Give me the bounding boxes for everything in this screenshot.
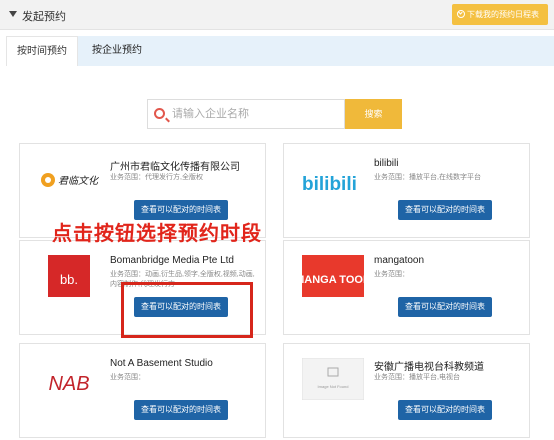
- company-card: NAB Not A Basement Studio 业务范围： 查看可以配对的时…: [19, 343, 266, 438]
- tab-by-time[interactable]: 按时间预约: [6, 36, 78, 66]
- company-search-input[interactable]: [172, 105, 342, 123]
- caret-down-icon[interactable]: [9, 11, 17, 17]
- company-scope: 业务范围：播放平台,在线数字平台: [374, 174, 481, 181]
- view-timetable-button[interactable]: 查看可以配对的时间表: [134, 400, 228, 420]
- svg-text:bb.: bb.: [60, 272, 78, 287]
- section-header[interactable]: 发起预约 下载我的预约日程表: [0, 0, 554, 30]
- company-scope: 业务范围：: [374, 271, 409, 278]
- search-icon: [154, 108, 165, 119]
- bomanbridge-logo: bb.: [48, 255, 90, 297]
- company-scope: 业务范围：代理发行方,全版权: [110, 174, 203, 181]
- download-schedule-button[interactable]: 下载我的预约日程表: [452, 4, 548, 25]
- svg-text:君临文化: 君临文化: [58, 175, 100, 187]
- highlight-frame: [121, 282, 253, 338]
- svg-text:MANGA TOON: MANGA TOON: [302, 274, 364, 286]
- company-card: Image Not Found 安徽广播电视台科教频道 业务范围：播放平台,电视…: [283, 343, 530, 438]
- download-schedule-label: 下载我的预约日程表: [467, 10, 539, 19]
- company-name: Bomanbridge Media Pte Ltd: [110, 255, 234, 266]
- svg-text:NAB: NAB: [48, 373, 89, 395]
- company-search: [147, 99, 345, 129]
- company-name: 广州市君临文化传播有限公司: [110, 162, 240, 173]
- company-name: bilibili: [374, 158, 399, 169]
- company-name: mangatoon: [374, 255, 425, 266]
- bilibili-logo: bilibili: [302, 174, 357, 195]
- company-scope: 业务范围：播放平台,电视台: [374, 374, 460, 381]
- image-placeholder: Image Not Found: [302, 358, 364, 400]
- tab-by-company[interactable]: 按企业预约: [78, 36, 156, 66]
- company-card: bilibili bilibili 业务范围：播放平台,在线数字平台 查看可以配…: [283, 143, 530, 238]
- booking-tabs: 按时间预约 按企业预约: [0, 36, 554, 66]
- company-card: MANGA TOON mangatoon 业务范围： 查看可以配对的时间表: [283, 240, 530, 335]
- company-name: 安徽广播电视台科教频道: [374, 362, 484, 373]
- view-timetable-button[interactable]: 查看可以配对的时间表: [398, 297, 492, 317]
- not-a-basement-logo: NAB: [48, 373, 89, 395]
- view-timetable-button[interactable]: 查看可以配对的时间表: [398, 400, 492, 420]
- instruction-annotation: 点击按钮选择预约时段: [52, 223, 262, 245]
- search-button[interactable]: 搜索: [345, 99, 402, 129]
- section-title: 发起预约: [22, 11, 66, 23]
- tabs-background: [156, 36, 554, 66]
- download-icon: [457, 10, 465, 18]
- mangatoon-logo: MANGA TOON: [302, 255, 364, 297]
- svg-text:bilibili: bilibili: [302, 174, 357, 195]
- company-name: Not A Basement Studio: [110, 358, 213, 369]
- company-scope: 业务范围：: [110, 374, 145, 381]
- svg-text:Image Not Found: Image Not Found: [318, 384, 349, 389]
- view-timetable-button[interactable]: 查看可以配对的时间表: [398, 200, 492, 220]
- junlin-logo: 君临文化: [41, 173, 100, 187]
